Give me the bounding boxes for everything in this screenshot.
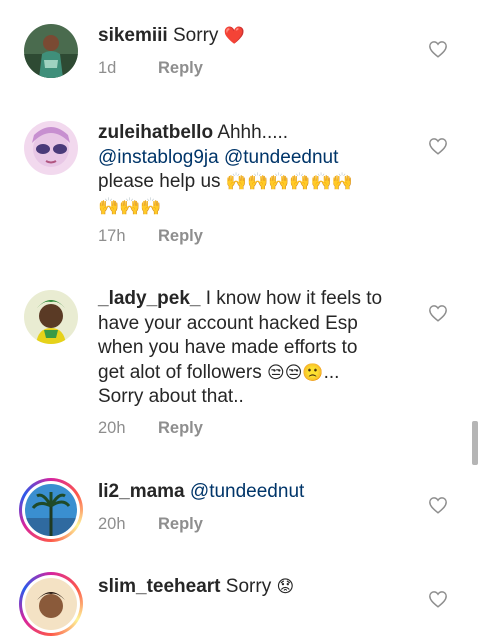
reply-button[interactable]: Reply [158, 515, 203, 533]
ellipsis: ... [323, 361, 340, 383]
comment-body: zuleihatbello Ahhh..... @instablog9ja @t… [98, 121, 410, 219]
comment-meta: 17h Reply [98, 227, 203, 246]
comment-text: Ahhh..... [217, 122, 289, 143]
username[interactable]: li2_mama [98, 481, 185, 502]
comment-text: Sorry [225, 576, 272, 597]
username[interactable]: sikemiii [98, 25, 168, 46]
comment-text: have your account hacked Esp [98, 312, 358, 334]
comment-meta: 1d Reply [98, 59, 203, 78]
comment-text: Sorry [173, 25, 219, 46]
timestamp: 17h [98, 227, 126, 245]
reply-button[interactable]: Reply [158, 59, 203, 77]
like-heart-icon[interactable] [428, 590, 448, 608]
timestamp: 20h [98, 419, 126, 437]
avatar [25, 484, 77, 536]
like-heart-icon[interactable] [428, 137, 448, 155]
mention-link[interactable]: @instablog9ja [98, 147, 219, 168]
comment-meta: 20h Reply [98, 419, 203, 438]
timestamp: 20h [98, 515, 126, 533]
raised-hands-emoji: 🙌🙌🙌🙌🙌🙌 [225, 172, 353, 191]
comment-text: Sorry about that.. [98, 386, 244, 407]
ring-inner [22, 575, 80, 633]
comment-body: _lady_pek_ I know how it feels to have y… [98, 287, 410, 410]
avatar [25, 578, 77, 630]
ring-inner [22, 481, 80, 539]
scrollbar[interactable] [472, 421, 478, 465]
avatar[interactable] [24, 290, 78, 344]
avatar[interactable] [24, 121, 78, 175]
comment-body: sikemiii Sorry ❤️ [98, 24, 410, 49]
mention-link[interactable]: @tundeednut [224, 147, 338, 168]
comment-body: slim_teeheart Sorry 😟 [98, 575, 410, 600]
reply-button[interactable]: Reply [158, 227, 203, 245]
comment-body: li2_mama @tundeednut [98, 480, 410, 505]
avatar[interactable] [24, 24, 78, 78]
like-heart-icon[interactable] [428, 304, 448, 322]
story-ring[interactable] [19, 572, 83, 636]
story-ring[interactable] [19, 478, 83, 542]
worried-face-emoji: 😟 [276, 577, 295, 596]
username[interactable]: slim_teeheart [98, 576, 221, 597]
mention-link[interactable]: @tundeednut [190, 481, 304, 502]
raised-hands-emoji: 🙌🙌🙌 [98, 196, 162, 216]
username[interactable]: _lady_pek_ [98, 288, 200, 309]
unamused-face-emoji: 😒😒🙁 [266, 362, 324, 382]
comment-meta: 20h Reply [98, 515, 203, 534]
like-heart-icon[interactable] [428, 40, 448, 58]
comment-text: when you have made efforts to [98, 337, 358, 358]
like-heart-icon[interactable] [428, 496, 448, 514]
comment-text: get alot of followers [98, 361, 262, 383]
username[interactable]: zuleihatbello [98, 122, 213, 143]
timestamp: 1d [98, 59, 117, 77]
comment-text: please help us [98, 171, 221, 192]
reply-button[interactable]: Reply [158, 419, 203, 437]
comment-text: I know how it feels to [205, 288, 383, 309]
red-heart-emoji: ❤️ [223, 26, 245, 45]
